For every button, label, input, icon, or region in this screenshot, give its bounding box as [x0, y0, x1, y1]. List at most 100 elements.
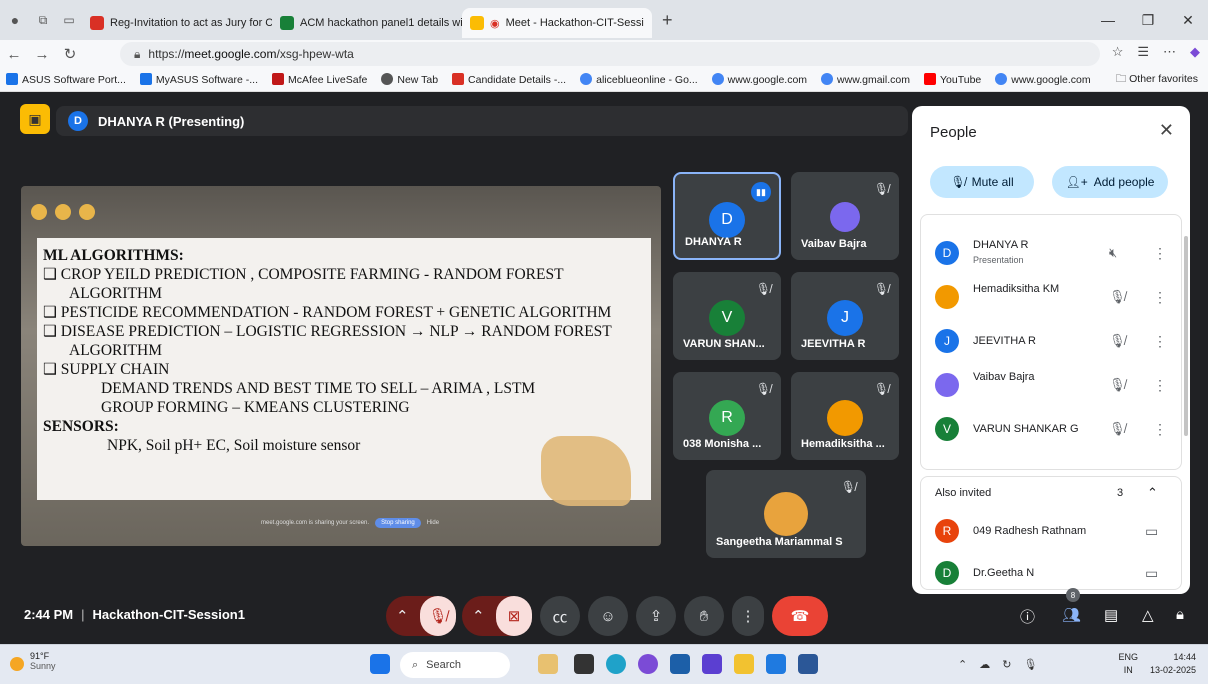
camera-toggle-button[interactable]: ⊠ — [496, 596, 532, 636]
tab-email[interactable]: Reg-Invitation to act as Jury for C ✕ — [82, 8, 272, 38]
new-tab-button[interactable]: + — [662, 10, 673, 31]
close-icon[interactable]: ✕ — [1159, 120, 1174, 141]
profile-icon[interactable]: ● — [0, 12, 30, 28]
more-options-icon[interactable]: ⋮ — [1153, 289, 1167, 306]
bookmark-item[interactable]: Candidate Details -... — [452, 73, 566, 86]
favorites-icon[interactable]: ☆ — [1112, 44, 1124, 60]
more-options-icon[interactable]: ⋮ — [1153, 245, 1167, 262]
scrollbar[interactable] — [1184, 236, 1188, 436]
snipping-tool-icon[interactable] — [766, 654, 786, 674]
leave-call-button[interactable]: ☎ — [772, 596, 828, 636]
collections-icon[interactable]: ☰ — [1137, 44, 1149, 60]
more-options-icon[interactable]: ⋮ — [1153, 421, 1167, 438]
widgets-icon[interactable] — [538, 654, 558, 674]
message-icon[interactable]: ▭ — [1145, 523, 1158, 540]
add-people-button[interactable]: 👤︎+ Add people — [1052, 166, 1168, 198]
bookmark-item[interactable]: aliceblueonline - Go... — [580, 73, 698, 86]
participant-tile[interactable]: 🎙︎̸ R 038 Monisha ... — [673, 372, 781, 460]
more-options-icon[interactable]: ⋮ — [1153, 333, 1167, 350]
list-item[interactable]: Hemadiksitha KM 🎙︎̸ ⋮ — [921, 277, 1171, 317]
tab-sheets[interactable]: ACM hackathon panel1 details wi ✕ — [272, 8, 462, 38]
host-controls-icon[interactable]: 🔒︎ — [1176, 606, 1184, 623]
mic-off-icon[interactable]: 🎙︎̸ — [1109, 333, 1126, 349]
captions-button[interactable]: ㏄ — [540, 596, 580, 636]
mic-icon[interactable]: 🎙︎ — [1023, 658, 1037, 671]
onedrive-icon[interactable]: ☁ — [979, 658, 990, 671]
store-icon[interactable] — [670, 654, 690, 674]
app-icon[interactable] — [702, 654, 722, 674]
participant-tile[interactable]: 🎙︎̸ Hemadiksitha ... — [791, 372, 899, 460]
participant-tile[interactable]: 🎙︎̸ J JEEVITHA R — [791, 272, 899, 360]
more-icon[interactable]: ⋯ — [1163, 44, 1176, 60]
chat-icon[interactable]: ▤ — [1104, 606, 1118, 624]
bookmark-item[interactable]: YouTube — [923, 73, 981, 86]
taskbar-search[interactable]: ⌕ Search — [400, 652, 510, 678]
window-close-button[interactable]: ✕ — [1168, 12, 1208, 29]
bookmark-item[interactable]: New Tab — [381, 73, 438, 86]
file-explorer-icon[interactable] — [734, 654, 754, 674]
chevron-up-icon[interactable]: ⌃ — [1147, 485, 1158, 501]
list-item[interactable]: J JEEVITHA R 🎙︎̸ ⋮ — [921, 321, 1171, 361]
mute-all-button[interactable]: 🎙︎̸ Mute all — [930, 166, 1034, 198]
participant-tile[interactable]: 🎙︎̸ Vaibav Bajra — [791, 172, 899, 260]
word-icon[interactable] — [798, 654, 818, 674]
stop-sharing-button[interactable]: Stop sharing — [375, 518, 421, 528]
participant-name: Hemadiksitha ... — [801, 438, 885, 450]
clock-area[interactable]: ENG IN — [1118, 651, 1138, 677]
participant-tile[interactable]: 🎙︎̸ Sangeetha Mariammal S — [706, 470, 866, 558]
chevron-up-icon[interactable]: ⌃ — [958, 658, 967, 671]
clock[interactable]: 14:44 13-02-2025 — [1150, 651, 1196, 677]
workspaces-icon[interactable]: ⧉ — [30, 13, 56, 28]
raise-hand-button[interactable]: ✋︎ — [684, 596, 724, 636]
weather-widget[interactable]: 91°F Sunny — [30, 651, 56, 671]
participant-tile[interactable]: ▮▮ D DHANYA R — [673, 172, 781, 260]
activities-icon[interactable]: △ — [1142, 606, 1154, 624]
list-item[interactable]: D DHANYA R Presentation 🔇︎ ⋮ — [921, 233, 1171, 273]
copilot-icon[interactable]: ◆ — [1190, 44, 1200, 60]
mic-off-icon[interactable]: 🔇︎ — [1109, 245, 1117, 261]
mic-off-icon: 🎙︎̸ — [873, 382, 889, 396]
recording-icon: ◉ — [490, 17, 500, 30]
sync-icon[interactable]: ↻ — [1002, 658, 1011, 671]
info-icon[interactable]: ⓘ — [1020, 606, 1035, 627]
bookmark-item[interactable]: McAfee LiveSafe — [271, 73, 367, 86]
mic-off-icon[interactable]: 🎙︎̸ — [1109, 377, 1126, 393]
back-button[interactable]: ← — [0, 46, 28, 63]
weather-icon[interactable] — [10, 657, 24, 671]
bookmark-item[interactable]: www.google.com — [995, 73, 1091, 86]
hide-button[interactable]: Hide — [427, 520, 439, 526]
forward-button[interactable]: → — [28, 46, 56, 63]
mic-off-icon[interactable]: 🎙︎̸ — [1109, 421, 1126, 437]
mic-off-icon[interactable]: 🎙︎̸ — [1109, 289, 1126, 305]
present-button[interactable]: ⇪ — [636, 596, 676, 636]
tab-actions-icon[interactable]: ▭ — [56, 13, 82, 27]
emoji-button[interactable]: ☺ — [588, 596, 628, 636]
refresh-button[interactable]: ↻ — [56, 45, 84, 63]
minimize-button[interactable]: — — [1088, 12, 1128, 28]
windows-start-icon[interactable] — [370, 654, 390, 674]
bookmark-item[interactable]: ASUS Software Port... — [6, 73, 126, 86]
restore-button[interactable]: ❐ — [1128, 12, 1168, 29]
more-options-icon[interactable]: ⋮ — [1153, 377, 1167, 394]
message-icon[interactable]: ▭ — [1145, 565, 1158, 582]
mic-toggle-button[interactable]: 🎙︎̸ — [420, 596, 456, 636]
task-view-icon[interactable] — [574, 654, 594, 674]
list-item[interactable]: V VARUN SHANKAR G 🎙︎̸ ⋮ — [921, 409, 1171, 449]
avatar: D — [935, 561, 959, 585]
more-options-button[interactable]: ⋮ — [732, 596, 764, 636]
bookmark-item[interactable]: www.google.com — [711, 73, 807, 86]
edge-icon[interactable] — [606, 654, 626, 674]
bookmark-item[interactable]: www.gmail.com — [821, 73, 910, 86]
tab-meet[interactable]: ◉ Meet - Hackathon-CIT-Sessi ✕ — [462, 8, 652, 38]
share-notice: meet.google.com is sharing your screen. … — [261, 518, 439, 528]
list-item[interactable]: R 049 Radhesh Rathnam ▭ — [921, 511, 1171, 551]
presentation-icon[interactable]: ▣ — [20, 104, 50, 134]
list-item[interactable]: Vaibav Bajra 🎙︎̸ ⋮ — [921, 365, 1171, 405]
participant-tile[interactable]: 🎙︎̸ V VARUN SHAN... — [673, 272, 781, 360]
url-field[interactable]: 🔒︎ https://meet.google.com/xsg-hpew-wta — [120, 42, 1100, 66]
bookmark-item[interactable]: MyASUS Software -... — [139, 73, 258, 86]
list-item[interactable]: D Dr.Geetha N ▭ — [921, 553, 1171, 593]
copilot-app-icon[interactable] — [638, 654, 658, 674]
people-icon[interactable]: 👥︎ — [1062, 606, 1081, 624]
other-favorites[interactable]: 🗀︎ Other favorites — [1116, 71, 1198, 89]
